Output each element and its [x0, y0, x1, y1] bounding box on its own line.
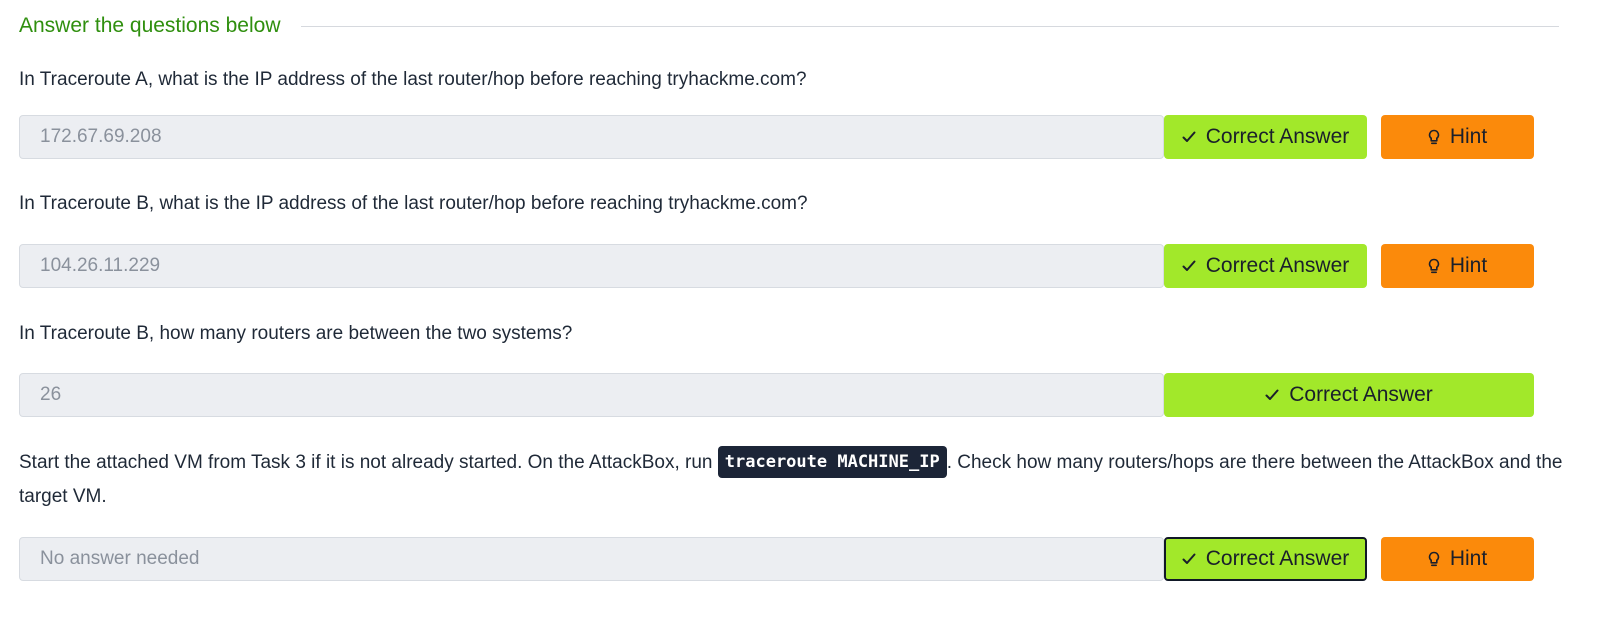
correct-answer-1-button[interactable]: Correct Answer	[1164, 115, 1367, 159]
question-4-text-before: Start the attached VM from Task 3 if it …	[19, 452, 718, 473]
answer-2-field[interactable]: 104.26.11.229	[19, 244, 1164, 288]
correct-answer-1-label: Correct Answer	[1205, 125, 1350, 148]
answer-4-field[interactable]: No answer needed	[19, 537, 1164, 581]
question-1-text: In Traceroute A, what is the IP address …	[19, 69, 807, 90]
correct-answer-4-label: Correct Answer	[1205, 547, 1350, 570]
check-icon	[1182, 553, 1196, 564]
correct-answer-3-label: Correct Answer	[1289, 383, 1433, 406]
answer-2-value: 104.26.11.229	[40, 255, 161, 276]
lightbulb-icon	[1428, 551, 1439, 566]
check-icon	[1182, 260, 1196, 271]
header-divider	[300, 25, 1559, 27]
question-2-text: In Traceroute B, what is the IP address …	[19, 193, 808, 214]
hint-1-button[interactable]: Hint	[1381, 115, 1534, 159]
correct-answer-2-label: Correct Answer	[1205, 254, 1350, 277]
check-icon	[1182, 131, 1196, 142]
correct-answer-2-button[interactable]: Correct Answer	[1164, 244, 1367, 288]
section-header: Answer the questions below	[19, 10, 1559, 42]
question-3-text: In Traceroute B, how many routers are be…	[19, 323, 573, 344]
answer-3-value: 26	[40, 384, 62, 405]
section-title: Answer the questions below	[19, 14, 281, 37]
answer-3-field[interactable]: 26	[19, 373, 1164, 417]
check-icon	[1265, 389, 1279, 400]
lightbulb-icon	[1428, 258, 1439, 273]
hint-4-label: Hint	[1449, 547, 1488, 570]
hint-4-button[interactable]: Hint	[1381, 537, 1534, 581]
lightbulb-icon	[1428, 129, 1439, 144]
correct-answer-4-button[interactable]: Correct Answer	[1164, 537, 1367, 581]
hint-1-label: Hint	[1449, 125, 1488, 148]
hint-2-button[interactable]: Hint	[1381, 244, 1534, 288]
answer-4-value: No answer needed	[40, 548, 200, 569]
answer-1-value: 172.67.69.208	[40, 126, 162, 147]
command-code: traceroute MACHINE_IP	[717, 445, 947, 478]
correct-answer-3-button[interactable]: Correct Answer	[1164, 373, 1534, 417]
answer-1-field[interactable]: 172.67.69.208	[19, 115, 1164, 159]
hint-2-label: Hint	[1449, 254, 1488, 277]
question-4-text: Start the attached VM from Task 3 if it …	[19, 445, 1564, 514]
